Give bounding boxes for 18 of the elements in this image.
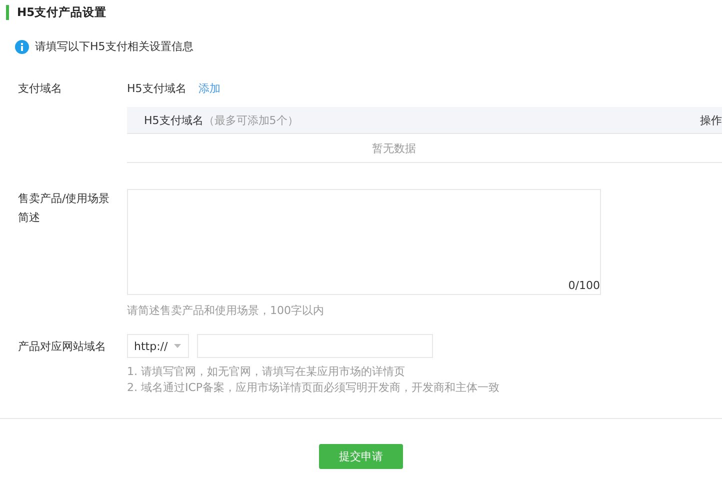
character-counter: 0/100 (568, 279, 600, 292)
note-text: 1. 请填写官网，如无官网，请填写在某应用市场的详情页 (127, 364, 406, 380)
description-field[interactable]: 0/100 (127, 189, 601, 295)
note-text: 2. 域名通过ICP备案，应用市场详情页面必须写明开发商，开发商和主体一致 (127, 380, 501, 396)
notice-text: 请填写以下H5支付相关设置信息 (35, 39, 194, 54)
column-header: H5支付域名（最多可添加5个） (144, 112, 298, 128)
field-name: H5支付域名 (127, 80, 186, 96)
domain-field[interactable] (197, 334, 433, 358)
field-label: 支付域名 (17, 81, 63, 97)
field-label: 售卖产品/使用场景简述 (17, 191, 111, 226)
section-title: H5支付产品设置 (17, 5, 107, 20)
hint-text: 请简述售卖产品和使用场景，100字以内 (127, 303, 325, 318)
empty-text: 暂无数据 (372, 140, 416, 156)
column-header: 操作 (700, 112, 722, 128)
caret-icon (174, 344, 181, 348)
info-icon (15, 40, 29, 54)
field-label: 产品对应网站域名 (17, 339, 107, 355)
protocol-select[interactable]: http:// (127, 334, 189, 358)
